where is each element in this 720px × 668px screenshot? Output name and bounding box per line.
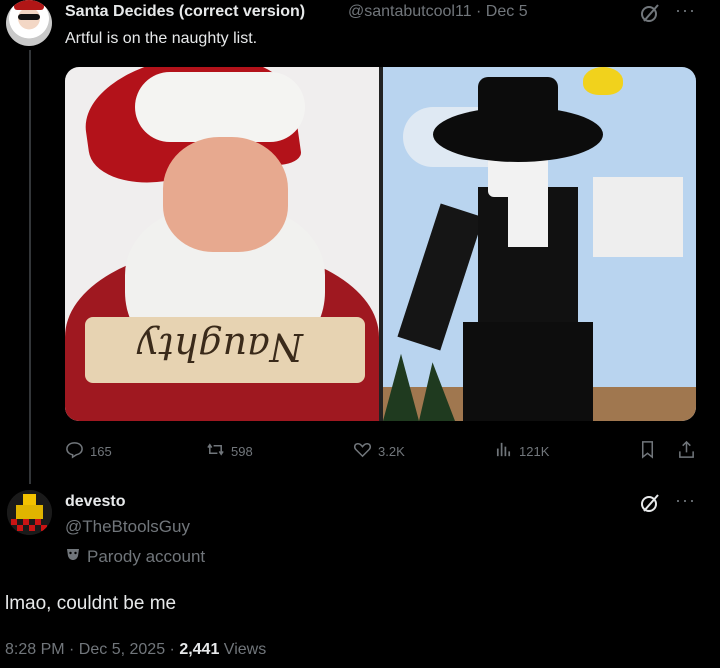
reply-count: 165	[90, 443, 112, 459]
views-count: 121K	[519, 443, 550, 459]
reply-views-label: Views	[219, 641, 267, 658]
house-box	[593, 177, 683, 257]
reply-button[interactable]: 165	[65, 440, 112, 462]
parody-label: Parody account	[65, 546, 205, 567]
parody-mask-icon	[65, 546, 81, 567]
grok-icon[interactable]	[640, 3, 660, 28]
bookmark-icon	[638, 440, 657, 462]
reply-views-count: 2,441	[179, 641, 220, 658]
parody-label-text: Parody account	[87, 546, 206, 566]
thread-line	[29, 50, 31, 484]
roblox-character-image[interactable]	[383, 67, 696, 421]
author-handle-date[interactable]: @santabutcool11 · Dec 5	[348, 3, 528, 21]
character-hat-top	[478, 77, 558, 127]
santa-hat-fur	[135, 72, 305, 142]
retweet-count: 598	[231, 443, 253, 459]
avatar[interactable]	[6, 0, 52, 46]
reply-avatar[interactable]	[7, 490, 52, 535]
like-button[interactable]: 3.2K	[353, 440, 405, 462]
share-button[interactable]	[677, 440, 696, 462]
character-legs	[463, 322, 593, 421]
reply-author-name[interactable]: devesto	[65, 493, 125, 511]
tweet-text: Artful is on the naughty list.	[65, 30, 258, 47]
share-icon	[677, 440, 696, 462]
reply-text: lmao, couldnt be me	[5, 593, 177, 614]
reply-meta: 8:28 PM · Dec 5, 2025 · 2,441 Views	[5, 641, 266, 659]
santa-image[interactable]: Naughty	[65, 67, 379, 421]
retweet-button[interactable]: 598	[206, 440, 253, 462]
author-name[interactable]: Santa Decides (correct version)	[65, 3, 305, 21]
tweet-media[interactable]: Naughty	[65, 67, 696, 421]
reply-icon	[65, 440, 84, 462]
bookmark-button[interactable]	[638, 440, 657, 462]
more-icon[interactable]: ···	[675, 0, 696, 21]
like-icon	[353, 440, 372, 462]
reply-timestamp[interactable]: 8:28 PM · Dec 5, 2025 ·	[5, 641, 179, 658]
scroll-caption: Naughty	[137, 325, 303, 369]
retweet-icon	[206, 440, 225, 462]
santa-face	[163, 137, 288, 252]
views-button[interactable]: 121K	[494, 440, 549, 462]
grok-icon[interactable]	[640, 493, 660, 518]
avatar-santa-hat	[14, 0, 44, 10]
views-icon	[494, 440, 513, 462]
more-icon[interactable]: ···	[675, 490, 696, 511]
reply-author-handle[interactable]: @TheBtoolsGuy	[65, 517, 190, 537]
like-count: 3.2K	[378, 443, 405, 459]
yellow-bird	[583, 67, 623, 95]
avatar-sunglasses	[18, 14, 40, 20]
